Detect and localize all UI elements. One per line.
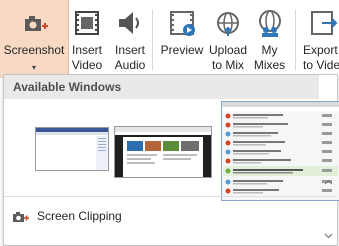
ribbon-separator <box>152 10 153 70</box>
insert-audio-button[interactable]: Insert Audio <box>111 0 149 78</box>
screen-clipping-icon <box>13 212 29 222</box>
screen-clipping-item[interactable]: Screen Clipping <box>4 205 337 227</box>
scroll-down-icon[interactable] <box>323 230 334 241</box>
my-mixes-label-2: Mixes <box>253 58 286 72</box>
insert-audio-label-1: Insert <box>114 43 145 57</box>
screenshot-button[interactable]: Screenshot ▾ <box>0 0 69 78</box>
export-to-video-button[interactable]: Export to Video <box>303 0 339 78</box>
export-video-icon <box>311 11 338 35</box>
export-label-1: Export <box>303 43 338 57</box>
film-icon <box>75 11 99 35</box>
my-mixes-button[interactable]: My Mixes <box>252 0 287 78</box>
preview-label: Preview <box>160 43 204 57</box>
film-play-icon <box>170 11 195 36</box>
window-thumbnail[interactable] <box>221 101 339 201</box>
insert-video-button[interactable]: Insert Video <box>70 0 104 78</box>
upload-to-mix-button[interactable]: Upload to Mix <box>205 0 251 78</box>
scroll-up-icon[interactable] <box>323 177 334 188</box>
speaker-icon <box>119 12 139 34</box>
window-thumbnail[interactable] <box>35 127 109 171</box>
insert-video-label-1: Insert <box>71 43 102 57</box>
window-thumbnail-image <box>36 128 108 170</box>
ribbon-separator <box>295 10 296 70</box>
export-label-2: to Video <box>303 58 339 72</box>
panel-divider <box>4 196 337 197</box>
camera-plus-icon <box>25 16 48 31</box>
my-mixes-label-1: My <box>261 43 278 57</box>
window-thumbnail-image <box>222 102 339 200</box>
upload-label-2: to Mix <box>211 58 244 72</box>
screenshot-label: Screenshot <box>3 43 65 57</box>
preview-button[interactable]: Preview <box>158 0 206 78</box>
screenshot-dropdown: Available Windows Screen Clipping <box>3 74 339 246</box>
upload-label-1: Upload <box>208 43 248 57</box>
insert-audio-label-2: Audio <box>114 58 146 72</box>
window-thumbnail-image <box>115 127 211 177</box>
window-thumbnail[interactable] <box>114 126 212 178</box>
globe-users-icon <box>258 10 281 37</box>
screen-clipping-label: Screen Clipping <box>37 209 122 223</box>
insert-video-label-2: Video <box>71 58 103 72</box>
chevron-down-icon[interactable]: ▾ <box>0 60 68 75</box>
globe-upload-icon <box>217 12 239 36</box>
available-windows-header: Available Windows <box>4 75 319 99</box>
ribbon: Screenshot ▾ Insert Video Insert Audio P… <box>0 0 339 78</box>
